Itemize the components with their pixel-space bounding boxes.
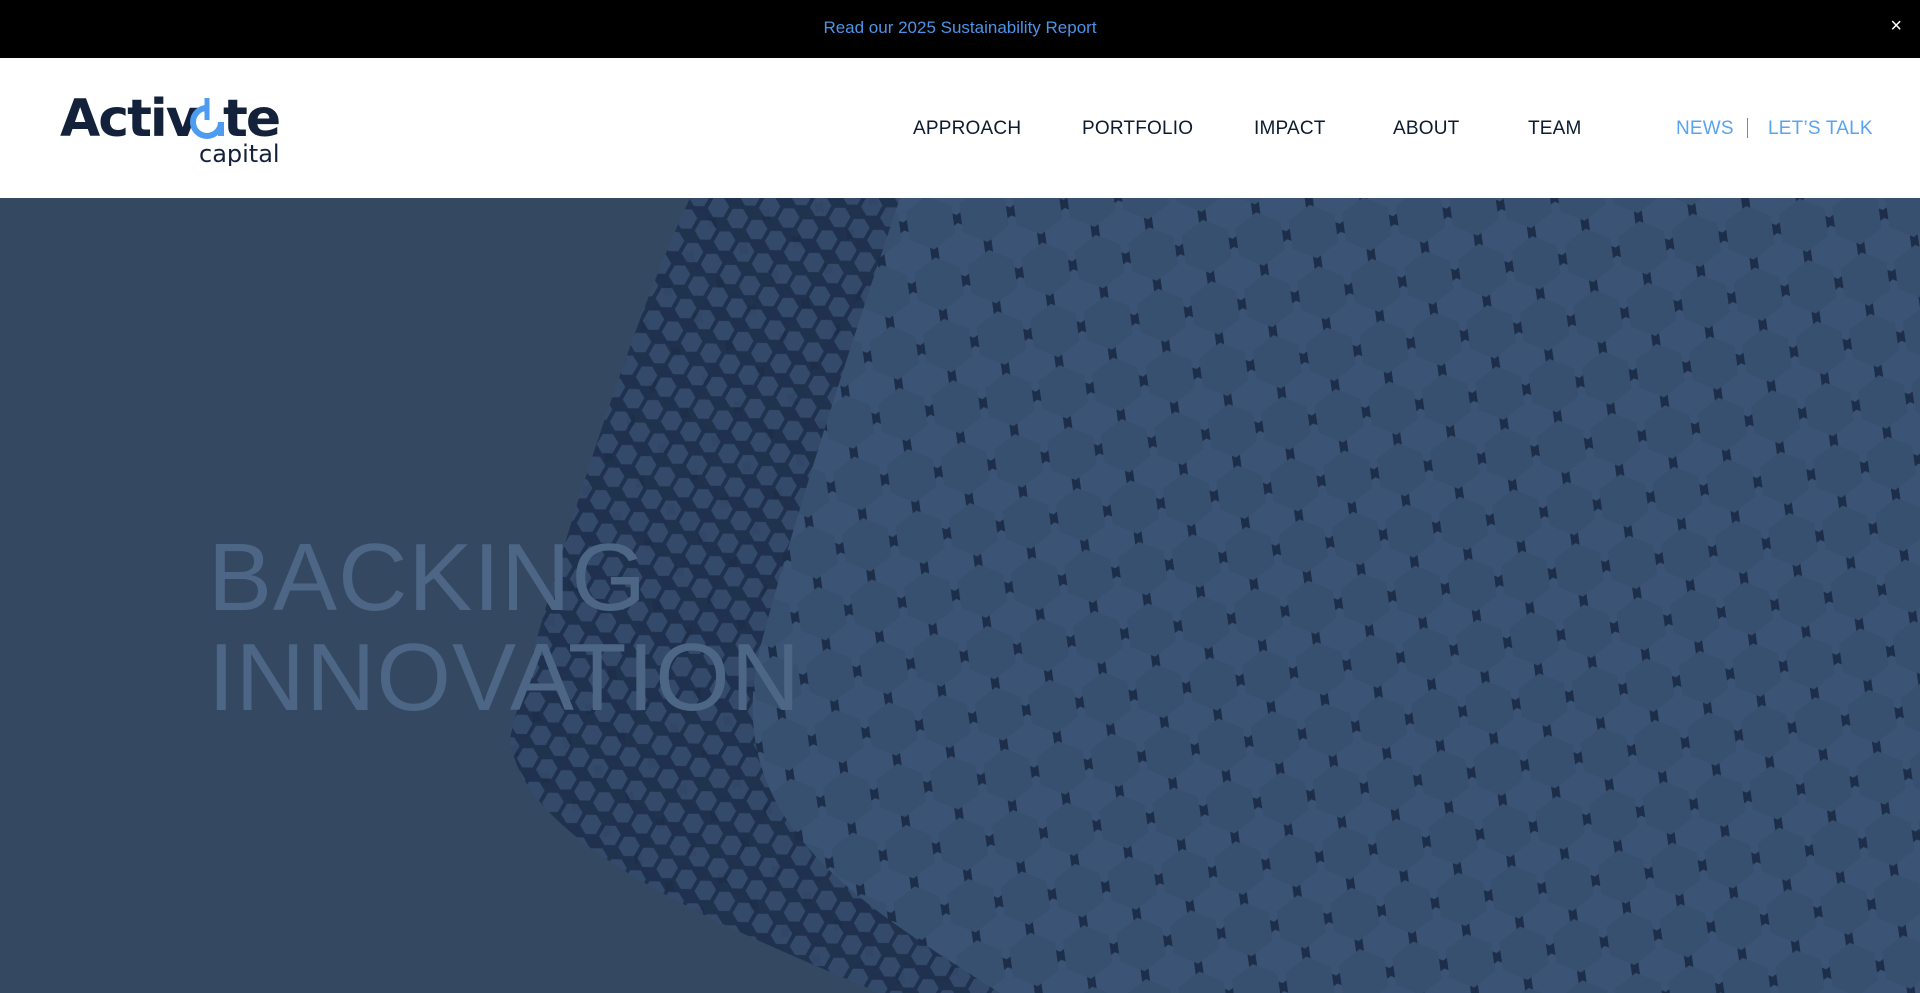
nav-approach[interactable]: APPROACH bbox=[913, 118, 1021, 140]
svg-text:capital: capital bbox=[199, 140, 280, 166]
nav-team[interactable]: TEAM bbox=[1528, 118, 1582, 140]
nav-lets-talk[interactable]: LET’S TALK bbox=[1768, 118, 1873, 140]
close-icon[interactable]: × bbox=[1890, 16, 1902, 36]
hero-line-1: BACKING bbox=[208, 524, 647, 631]
nav-about[interactable]: ABOUT bbox=[1393, 118, 1459, 140]
activate-capital-logo[interactable]: Activ te capital bbox=[60, 86, 285, 166]
sustainability-report-link[interactable]: Read our 2025 Sustainability Report bbox=[0, 18, 1920, 38]
hero-headline: BACKINGINNOVATION bbox=[208, 528, 801, 728]
svg-text:Activ: Activ bbox=[60, 89, 200, 149]
nav-news[interactable]: NEWS bbox=[1676, 118, 1734, 140]
nav-divider bbox=[1747, 118, 1748, 138]
hero-line-2: INNOVATION bbox=[208, 624, 801, 731]
hero-section: BACKINGINNOVATION bbox=[0, 198, 1920, 993]
nav-portfolio[interactable]: PORTFOLIO bbox=[1082, 118, 1193, 140]
announcement-bar: Read our 2025 Sustainability Report × bbox=[0, 0, 1920, 58]
site-header: Activ te capital APPROACH PORTFOLIO IMPA… bbox=[0, 58, 1920, 198]
nav-impact[interactable]: IMPACT bbox=[1254, 118, 1326, 140]
